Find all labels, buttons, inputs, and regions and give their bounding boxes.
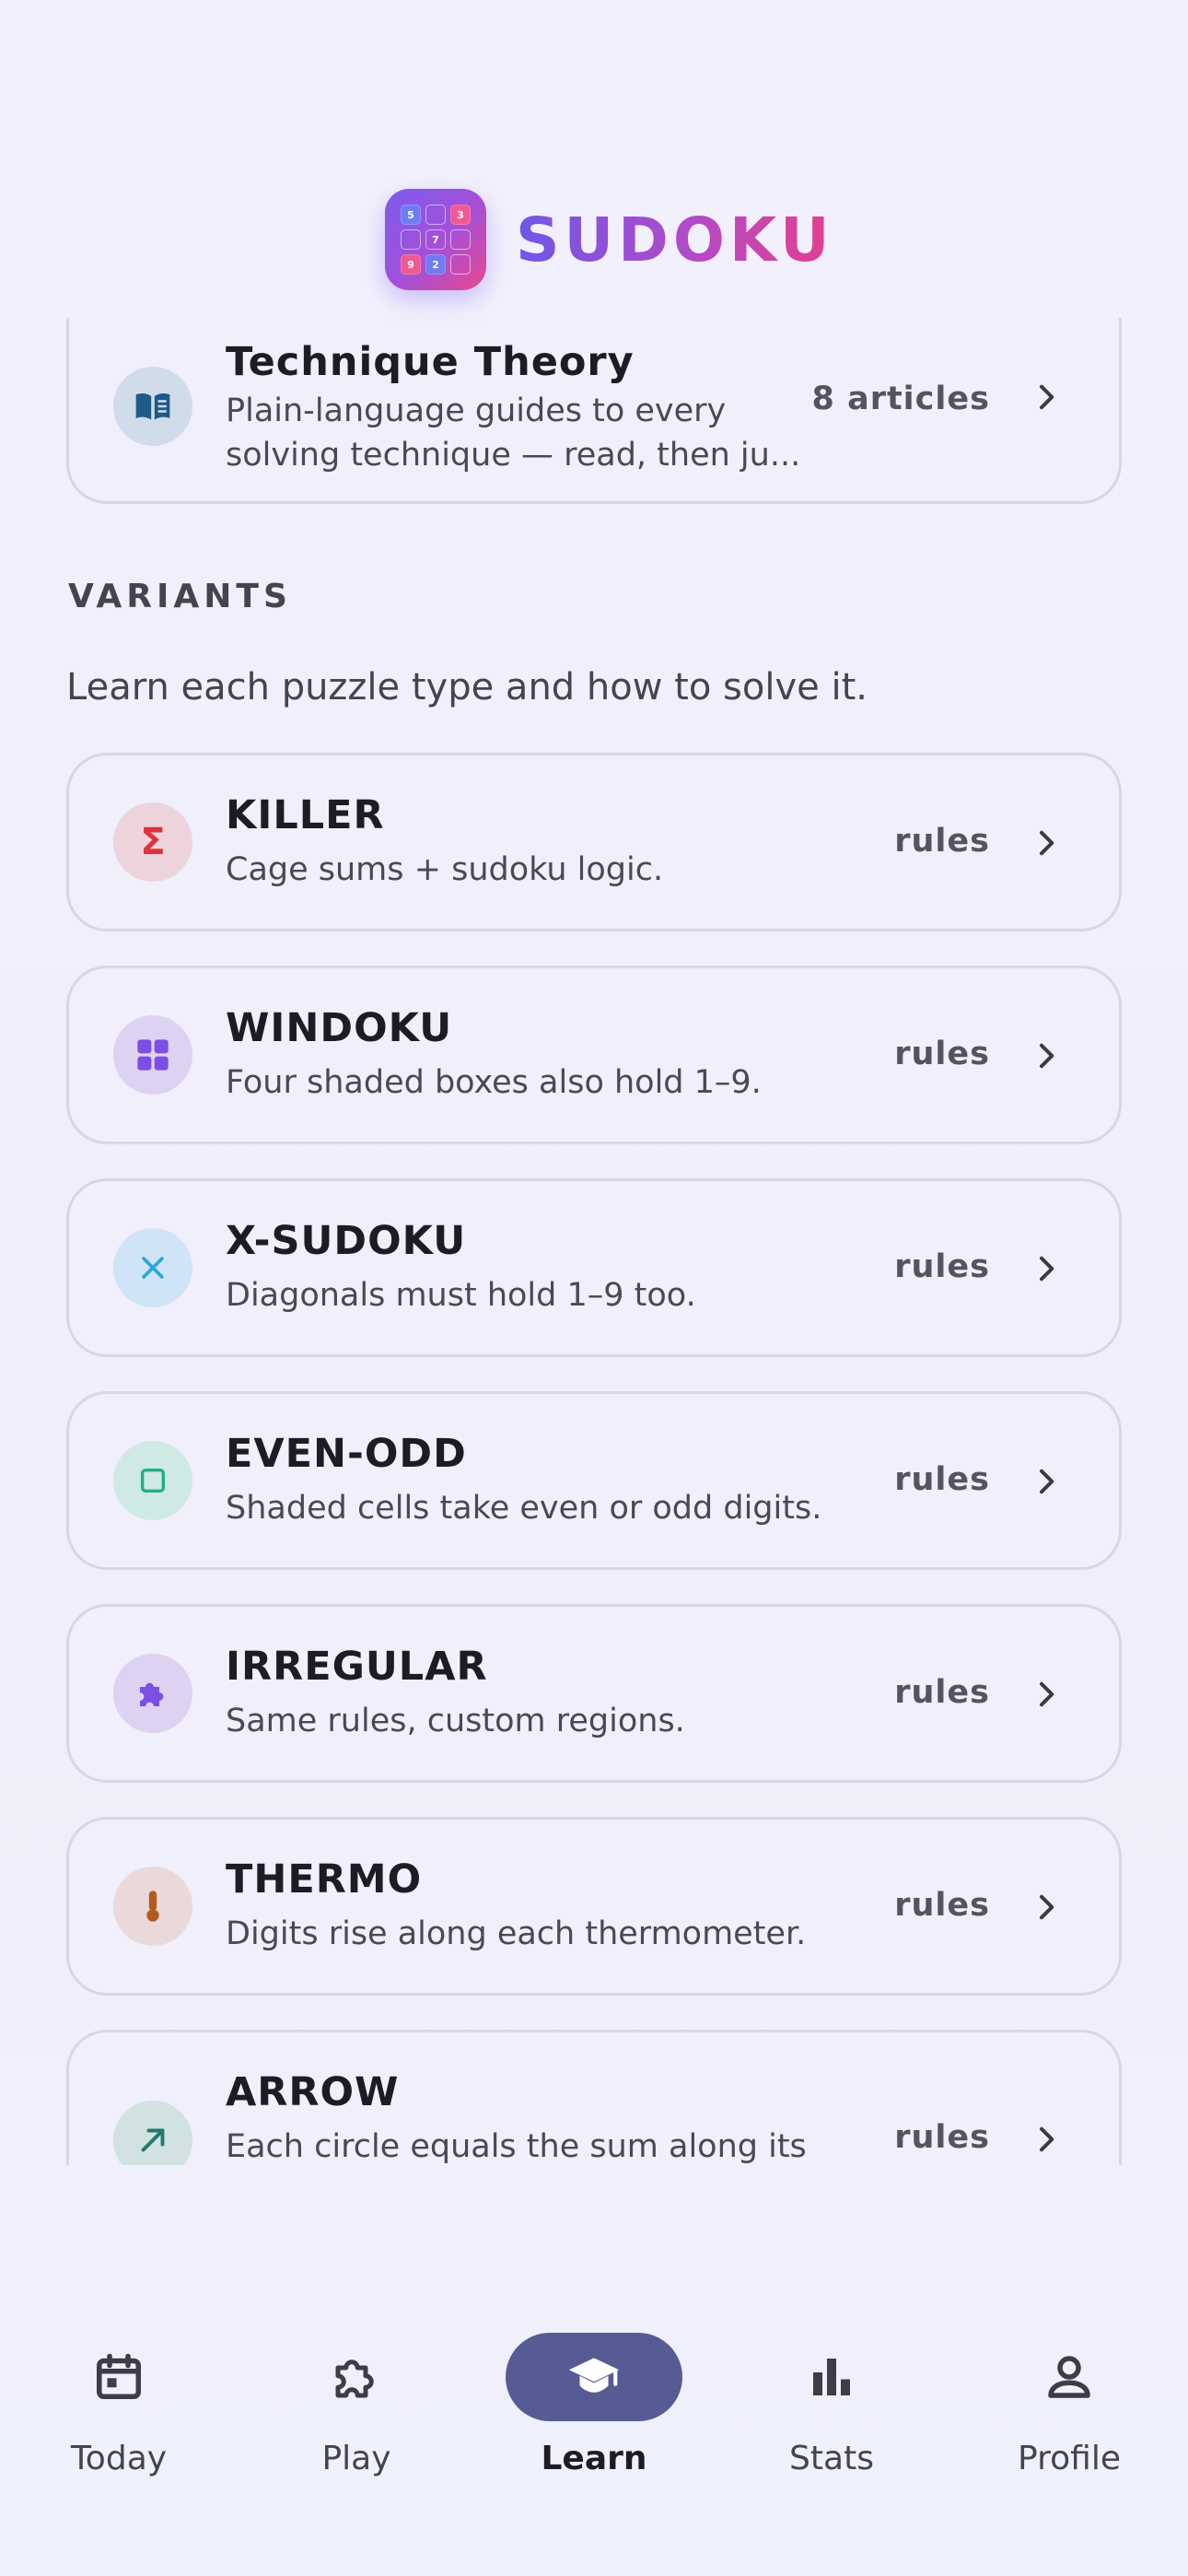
chevron-right-icon [1040,1681,1054,1707]
bottom-navigation: Today Play Learn Stats Profile [0,2257,1188,2576]
rules-label: rules [894,1461,990,1498]
logo-cell: 2 [425,254,446,275]
variant-card-arrow[interactable]: ARROW Each circle equals the sum along i… [66,2030,1122,2165]
card-title: THERMO [226,1856,423,1903]
card-subtitle: Same rules, custom regions. [226,1703,685,1739]
nav-label: Today [70,2440,168,2477]
nav-item-learn[interactable]: Learn [493,2257,695,2477]
variant-card-irregular[interactable]: IRREGULAR Same rules, custom regions. ru… [66,1604,1122,1783]
rules-label: rules [894,1248,990,1285]
graduation-cap-icon [568,2358,620,2393]
card-title: WINDOKU [226,1005,453,1051]
variant-card-x-sudoku[interactable]: X-SUDOKU Diagonals must hold 1–9 too. ru… [66,1178,1122,1357]
person-icon [1048,2356,1090,2398]
card-subtitle: Diagonals must hold 1–9 too. [226,1277,696,1314]
x-icon [113,1228,192,1307]
nav-label: Learn [541,2440,647,2477]
card-title: EVEN-ODD [226,1431,467,1477]
nav-pill [30,2333,207,2421]
chevron-right-icon [1040,2126,1054,2152]
rules-label: rules [894,823,990,860]
variant-card-even-odd[interactable]: EVEN-ODD Shaded cells take even or odd d… [66,1391,1122,1570]
logo-cell: 3 [450,205,471,225]
chevron-right-icon [1040,1894,1054,1920]
sigma-icon: Σ [113,802,192,882]
card-subtitle: solving technique — read, then ju... [226,437,801,474]
rules-label: rules [894,1887,990,1924]
puzzle-icon [113,1654,192,1733]
nav-label: Play [321,2440,391,2477]
chevron-right-icon [1040,1256,1054,1282]
card-subtitle: Digits rise along each thermometer. [226,1915,807,1952]
chevron-right-icon [1040,1469,1054,1494]
card-subtitle: Four shaded boxes also hold 1–9. [226,1064,762,1101]
calendar-icon [97,2353,141,2399]
rules-label: rules [894,1674,990,1711]
grid-icon [113,1015,192,1095]
app-title: SUDOKU [516,204,834,275]
square-icon [113,1441,192,1520]
card-title: KILLER [226,792,385,838]
app-header: 5 3 7 9 2 SUDOKU [0,0,1188,318]
logo-cell [450,254,471,275]
section-description: Learn each puzzle type and how to solve … [66,666,868,708]
card-subtitle: Cage sums + sudoku logic. [226,851,664,888]
app-logo-icon: 5 3 7 9 2 [385,189,486,290]
logo-cell: 9 [401,254,421,275]
logo-cell [450,229,471,250]
brand: 5 3 7 9 2 SUDOKU [385,189,834,290]
nav-item-profile[interactable]: Profile [968,2257,1171,2477]
nav-pill-active [506,2333,682,2421]
card-title: IRREGULAR [226,1644,488,1690]
nav-label: Stats [789,2440,874,2477]
card-title: ARROW [226,2069,400,2115]
variant-card-thermo[interactable]: THERMO Digits rise along each thermomete… [66,1817,1122,1996]
arrow-icon [113,2101,192,2165]
chevron-right-icon [1040,384,1054,410]
technique-theory-card[interactable]: Technique Theory Plain-language guides t… [66,318,1122,504]
nav-pill [743,2333,920,2421]
bar-chart-icon [813,2359,850,2395]
nav-item-play[interactable]: Play [255,2257,458,2477]
chevron-right-icon [1040,830,1054,856]
nav-item-today[interactable]: Today [17,2257,220,2477]
rules-label: rules [894,2119,990,2156]
variant-card-killer[interactable]: Σ KILLER Cage sums + sudoku logic. rules [66,753,1122,931]
card-subtitle: Each circle equals the sum along its [226,2128,807,2165]
card-title: X-SUDOKU [226,1218,467,1264]
thermometer-icon [113,1867,192,1946]
nav-pill [981,2333,1158,2421]
variant-card-windoku[interactable]: WINDOKU Four shaded boxes also hold 1–9.… [66,966,1122,1144]
logo-cell [425,205,446,225]
book-icon [113,367,192,446]
section-label: VARIANTS [68,578,292,615]
article-count: 8 articles [811,381,990,417]
rules-label: rules [894,1036,990,1072]
nav-label: Profile [1018,2440,1121,2477]
nav-pill [268,2333,445,2421]
card-subtitle: Plain-language guides to every [226,392,727,429]
puzzle-icon [335,2359,374,2398]
nav-item-stats[interactable]: Stats [730,2257,933,2477]
logo-cell: 7 [425,229,446,250]
chevron-right-icon [1040,1043,1054,1069]
logo-cell [401,229,421,250]
card-title: Technique Theory [226,339,635,385]
card-subtitle: Shaded cells take even or odd digits. [226,1490,822,1527]
logo-cell: 5 [401,205,421,225]
learn-content[interactable]: Technique Theory Plain-language guides t… [0,318,1188,2165]
